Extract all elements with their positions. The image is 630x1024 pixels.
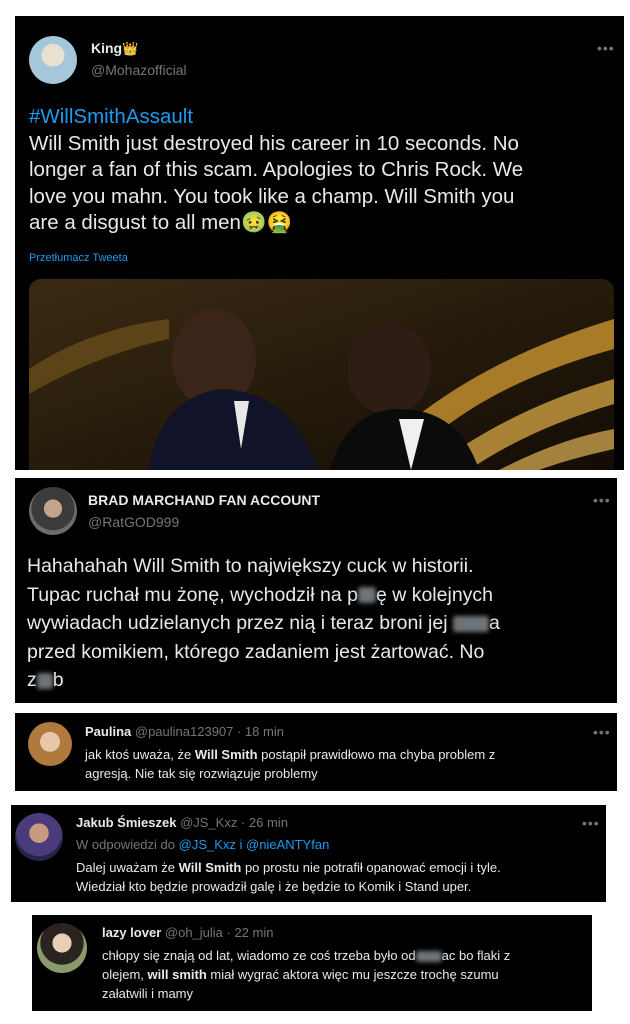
author-meta: @paulina123907 · 18 min	[134, 724, 284, 739]
hashtag-link[interactable]: #WillSmithAssault	[29, 104, 619, 131]
reply-card-paulina[interactable]: Paulina @paulina123907 · 18 min ••• jak …	[15, 713, 617, 791]
censored-word	[415, 951, 442, 963]
avatar[interactable]	[29, 487, 77, 535]
reply-text: chłopy się znają od lat, wiadomo ze coś …	[102, 948, 511, 1001]
reply-text: jak ktoś uważa, że Will Smith postąpił p…	[85, 747, 496, 781]
tweet-media-image[interactable]	[29, 279, 614, 470]
more-icon[interactable]: •••	[597, 40, 615, 56]
censored-word	[36, 672, 53, 689]
translate-tweet-link[interactable]: Przetłumacz Tweeta	[29, 252, 128, 264]
author-name[interactable]: BRAD MARCHAND FAN ACCOUNT	[88, 492, 320, 508]
author-handle[interactable]: @Mohazofficial	[91, 62, 187, 78]
avatar[interactable]	[37, 923, 87, 973]
oscars-stage-photo	[29, 279, 614, 470]
reply-card-jakub[interactable]: Jakub Śmieszek @JS_Kxz · 26 min ••• W od…	[11, 805, 606, 902]
vomiting-face-icon: 🤮	[266, 211, 293, 234]
author-name[interactable]: Paulina @paulina123907 · 18 min	[85, 724, 284, 739]
tweet-card-brad[interactable]: BRAD MARCHAND FAN ACCOUNT @RatGOD999 •••…	[15, 478, 617, 703]
avatar[interactable]	[28, 722, 72, 766]
author-meta: @oh_julia · 22 min	[164, 925, 274, 940]
nauseated-face-icon: 🤢	[240, 211, 267, 234]
more-icon[interactable]: •••	[582, 815, 600, 831]
author-name[interactable]: Jakub Śmieszek @JS_Kxz · 26 min	[76, 815, 288, 830]
reply-to-link[interactable]: @JS_Kxz i @nieANTYfan	[179, 837, 330, 852]
crown-icon: 👑	[122, 41, 139, 56]
reply-text: Dalej uważam że Will Smith po prostu nie…	[76, 860, 501, 894]
reply-context: W odpowiedzi do @JS_Kxz i @nieANTYfan	[76, 837, 330, 852]
avatar[interactable]	[29, 36, 77, 84]
censored-word	[357, 587, 376, 604]
censored-word	[452, 615, 489, 632]
tweet-card-king[interactable]: King👑 @Mohazofficial ••• #WillSmithAssau…	[15, 16, 624, 470]
more-icon[interactable]: •••	[593, 492, 611, 508]
author-handle[interactable]: @RatGOD999	[88, 514, 179, 530]
author-name[interactable]: King👑	[91, 40, 138, 57]
more-icon[interactable]: •••	[593, 724, 611, 740]
author-meta: @JS_Kxz · 26 min	[180, 815, 288, 830]
reply-card-lazy-lover[interactable]: lazy lover @oh_julia · 22 min chłopy się…	[32, 915, 592, 1011]
tweet-text: Hahahahah Will Smith to największy cuck …	[27, 555, 500, 691]
tweet-text: #WillSmithAssault Will Smith just destro…	[29, 104, 619, 237]
avatar[interactable]	[15, 813, 63, 861]
author-name[interactable]: lazy lover @oh_julia · 22 min	[102, 925, 273, 940]
